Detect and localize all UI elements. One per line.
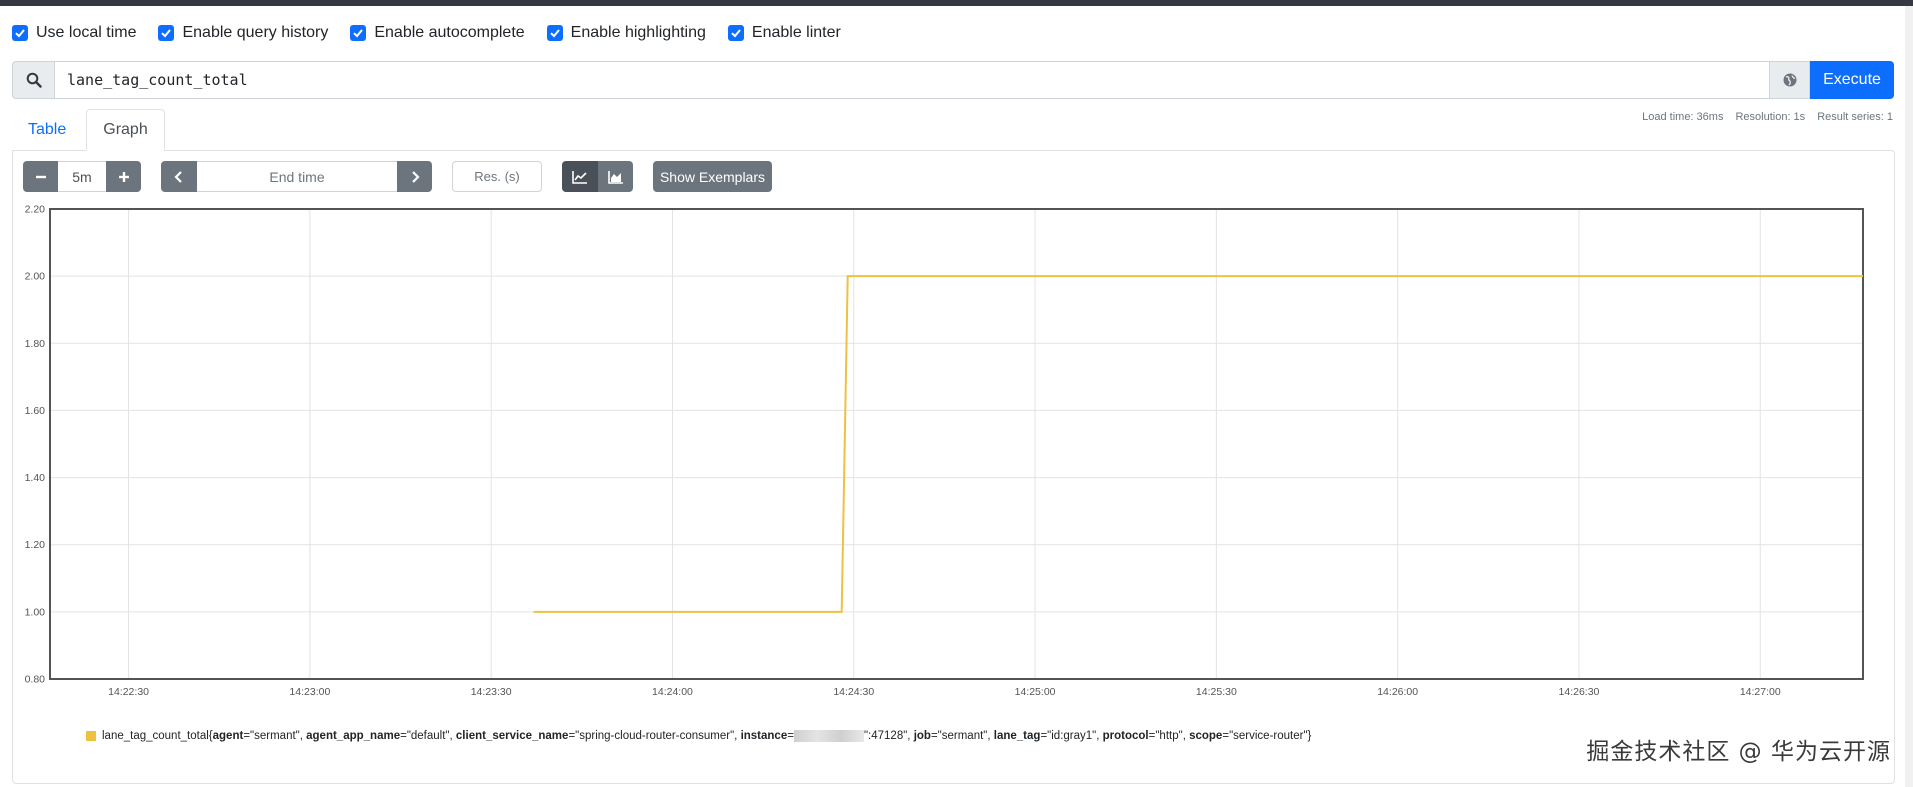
legend-label-key: protocol	[1102, 730, 1149, 743]
series-line	[533, 275, 1863, 613]
x-tick-label: 14:27:00	[1740, 686, 1781, 698]
tab-graph[interactable]: Graph	[86, 109, 165, 151]
legend-label-value: "http"	[1155, 730, 1183, 743]
legend-label-key: agent	[212, 730, 244, 743]
legend-metric-name: lane_tag_count_total	[102, 730, 209, 743]
legend-label-value: "service-router"	[1229, 730, 1308, 743]
x-tick-label: 14:24:00	[652, 686, 693, 698]
x-tick-label: 14:26:00	[1377, 686, 1418, 698]
legend-label-value: "spring-cloud-router-consumer"	[575, 730, 735, 743]
redacted-ip	[793, 730, 864, 742]
legend-label-key: job	[913, 730, 931, 743]
watermark: 掘金技术社区 @ 华为云开源	[1586, 739, 1891, 765]
legend-color-swatch	[86, 731, 96, 742]
legend-label-key: scope	[1189, 730, 1223, 743]
y-tick-label: 1.80	[25, 338, 46, 350]
x-tick-label: 14:22:30	[108, 686, 149, 698]
legend-label-value: "sermant"	[937, 730, 988, 743]
y-tick-label: 1.40	[25, 472, 46, 484]
legend-label-value: ":47128"	[863, 730, 908, 743]
legend-label-key: instance	[740, 730, 788, 743]
y-tick-label: 0.80	[25, 674, 46, 686]
legend-label-value: "id:gray1"	[1047, 730, 1097, 743]
x-tick-label: 14:26:30	[1559, 686, 1600, 698]
x-tick-label: 14:23:00	[289, 686, 330, 698]
legend-label-key: agent_app_name	[306, 730, 401, 743]
time-series-chart[interactable]: 0.80 1.00 1.20 1.40 1.60 1.80 2.00 2.20 14:22:30…	[0, 0, 1913, 787]
x-tick-label: 14:25:00	[1015, 686, 1056, 698]
legend-label-value: "sermant"	[250, 730, 300, 743]
y-tick-label: 1.00	[25, 606, 46, 618]
x-tick-label: 14:25:30	[1196, 686, 1237, 698]
y-tick-label: 1.20	[25, 539, 46, 551]
y-tick-label: 2.20	[25, 204, 46, 216]
plot-frame	[49, 208, 1864, 680]
series-legend[interactable]: lane_tag_count_total{agent="sermant", ag…	[86, 730, 1311, 742]
x-tick-label: 14:23:30	[471, 686, 512, 698]
legend-label-key: lane_tag	[993, 730, 1041, 743]
y-tick-label: 2.00	[25, 271, 46, 283]
legend-series-label[interactable]: lane_tag_count_total{agent="sermant", ag…	[102, 730, 1311, 742]
legend-label-key: client_service_name	[455, 730, 569, 743]
legend-label-value: "default"	[406, 730, 450, 743]
x-tick-label: 14:24:30	[833, 686, 874, 698]
y-tick-label: 1.60	[25, 405, 46, 417]
